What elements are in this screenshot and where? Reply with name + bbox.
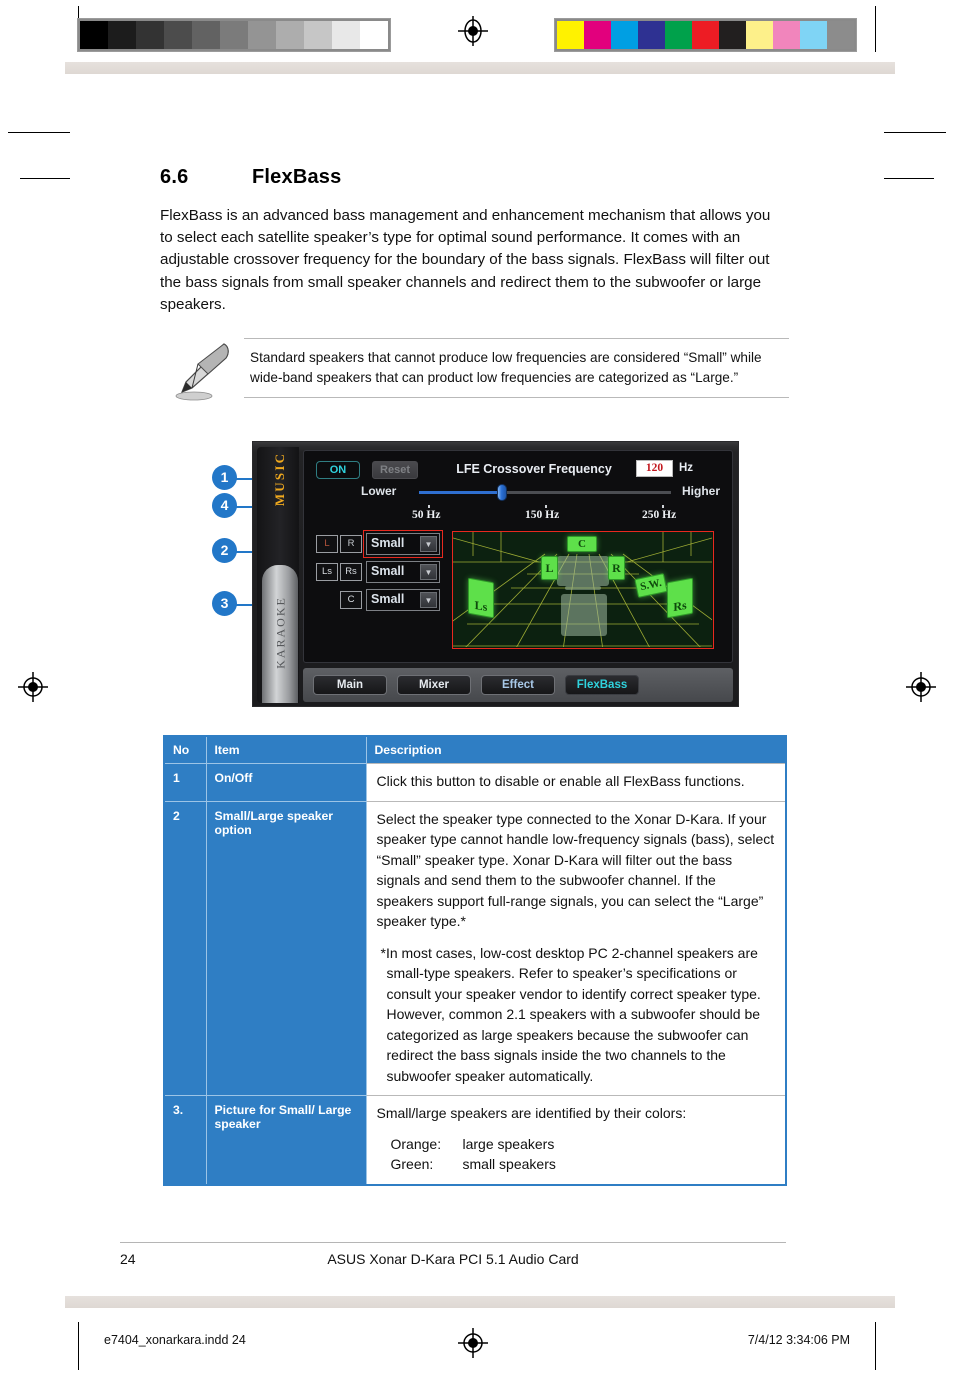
section-title: FlexBass (252, 166, 342, 188)
speaker-type-value-surround: Small (371, 564, 405, 578)
slider-tick-label-3: 250 Hz (642, 509, 677, 521)
proof-filename: e7404_xonarkara.indd 24 (104, 1333, 246, 1347)
intro-paragraph: FlexBass is an advanced bass management … (160, 207, 771, 313)
footer-rule (120, 1242, 786, 1243)
speaker-type-controls: L R Small ▼ Ls Rs Small ▼ C Small ▼ (314, 530, 444, 617)
viz-speaker-ls: Ls (468, 577, 494, 619)
channel-chip-c: C (340, 591, 362, 609)
callout-3: 3 (212, 591, 237, 616)
viz-speaker-c: C (567, 536, 597, 552)
mode-rail: MUSIC KARAOKE (257, 447, 299, 703)
rail-label-karaoke: KARAOKE (273, 596, 288, 669)
viz-speaker-l: L (541, 556, 558, 580)
color-key-label: Green: (390, 1156, 434, 1172)
speaker-row: L R Small ▼ (314, 530, 444, 558)
pencil-icon (168, 340, 234, 402)
color-key-value: large speakers (462, 1135, 555, 1152)
color-key-item: Green: small speakers (391, 1154, 776, 1175)
speaker-layout-visualization[interactable]: C L R Ls Rs S.W. (452, 531, 714, 649)
table-row: 1 On/Off Click this button to disable or… (164, 763, 786, 801)
slider-tick-3 (662, 505, 664, 508)
flexbass-panel: ON Reset LFE Crossover Frequency 120 Hz … (303, 450, 733, 663)
color-key-value: small speakers (462, 1156, 556, 1172)
slider-tick-1 (428, 505, 430, 508)
note-bottom-rule (244, 397, 789, 399)
slider-higher-label: Higher (682, 484, 721, 498)
callout-1: 1 (212, 465, 237, 490)
lfe-crossover-label: LFE Crossover Frequency (456, 462, 612, 476)
color-key-label: Orange: (390, 1135, 442, 1152)
proof-timestamp: 7/4/12 3:34:06 PM (747, 1333, 850, 1347)
table-header-row: No Item Description (164, 736, 786, 764)
channel-chip-rs: Rs (340, 563, 362, 581)
on-off-button[interactable]: ON (316, 461, 360, 479)
row-description-paragraph: Select the speaker type connected to the… (376, 810, 775, 930)
row-description-paragraph: Small/large speakers are identified by t… (376, 1105, 687, 1121)
flexbass-app-screenshot: MUSIC KARAOKE ON Reset LFE Crossover Fre… (252, 441, 739, 707)
page-title: 6.6 FlexBass (160, 166, 810, 189)
column-header-no: No (164, 736, 207, 764)
crossover-slider-thumb[interactable] (497, 484, 507, 501)
tab-effect[interactable]: Effect (481, 675, 555, 695)
row-description-paragraph: Click this button to disable or enable a… (376, 773, 745, 789)
page: 6.6 FlexBass FlexBass is an advanced bass… (0, 0, 954, 1376)
chevron-down-icon[interactable]: ▼ (420, 564, 437, 580)
row-item: Small/Large speaker option (206, 800, 367, 1096)
row-no: 3. (164, 1095, 207, 1185)
rail-tab-karaoke[interactable]: KARAOKE (262, 565, 298, 703)
row-description: Small/large speakers are identified by t… (366, 1095, 786, 1185)
highlight-box-front-select (363, 530, 443, 558)
section-number: 6.6 (160, 166, 189, 188)
row-description: Select the speaker type connected to the… (366, 800, 786, 1096)
tab-bar: Main Mixer Effect FlexBass (303, 668, 733, 702)
note-callout: Standard speakers that cannot produce lo… (244, 338, 789, 399)
speaker-type-select-surround[interactable]: Small ▼ (366, 561, 440, 583)
row-item: On/Off (206, 763, 367, 801)
footer-document-title: ASUS Xonar D-Kara PCI 5.1 Audio Card (327, 1251, 579, 1267)
lfe-frequency-unit: Hz (679, 462, 694, 474)
tab-main[interactable]: Main (313, 675, 387, 695)
slider-lower-label: Lower (361, 484, 397, 498)
column-header-item: Item (206, 736, 367, 764)
note-text: Standard speakers that cannot produce lo… (250, 350, 762, 385)
tab-flexbass[interactable]: FlexBass (565, 675, 639, 695)
slider-tick-label-1: 50 Hz (412, 509, 441, 521)
speaker-row: C Small ▼ (314, 589, 444, 614)
speaker-row: Ls Rs Small ▼ (314, 561, 444, 586)
crossover-slider-fill (419, 491, 502, 494)
table-row: 3. Picture for Small/ Large speaker Smal… (164, 1095, 786, 1185)
row-no: 1 (164, 763, 207, 801)
rail-label-music[interactable]: MUSIC (272, 447, 288, 514)
column-header-description: Description (366, 736, 786, 764)
lfe-frequency-input[interactable]: 120 (636, 460, 673, 477)
color-key-list: Orange: large speakers Green: small spea… (377, 1134, 776, 1175)
reset-button[interactable]: Reset (372, 461, 418, 479)
document-body: 6.6 FlexBass FlexBass is an advanced bass… (0, 0, 954, 1376)
row-description-footnote: *In most cases, low-cost desktop PC 2-ch… (380, 944, 761, 1084)
callout-2: 2 (212, 538, 237, 563)
row-description: Click this button to disable or enable a… (366, 763, 786, 801)
speaker-type-select-center[interactable]: Small ▼ (366, 589, 440, 611)
viz-speaker-r: R (608, 556, 625, 580)
channel-chip-r: R (340, 535, 362, 553)
row-item: Picture for Small/ Large speaker (206, 1095, 367, 1185)
viz-speaker-rs: Rs (667, 577, 693, 619)
row-no: 2 (164, 800, 207, 1096)
reference-table: No Item Description 1 On/Off Click this … (163, 735, 787, 1186)
speaker-type-value-center: Small (371, 592, 405, 606)
slider-tick-2 (545, 505, 547, 508)
slider-tick-label-2: 150 Hz (525, 509, 560, 521)
color-key-item: Orange: large speakers (391, 1134, 776, 1155)
callout-4: 4 (212, 493, 237, 518)
tab-mixer[interactable]: Mixer (397, 675, 471, 695)
table-row: 2 Small/Large speaker option Select the … (164, 800, 786, 1096)
channel-chip-l: L (316, 535, 338, 553)
chevron-down-icon[interactable]: ▼ (420, 592, 437, 608)
channel-chip-ls: Ls (316, 563, 338, 581)
